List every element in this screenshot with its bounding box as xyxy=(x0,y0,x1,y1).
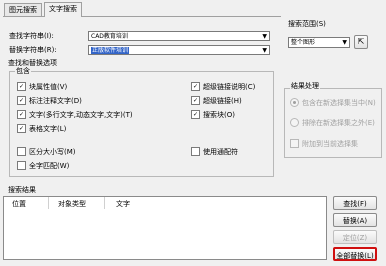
check-icon: ✓ xyxy=(191,110,200,119)
checkbox-match-case[interactable]: 区分大小写(M) xyxy=(17,147,76,156)
replace-value: 正版软件培训 xyxy=(91,47,130,54)
select-cursor-icon: ⇱ xyxy=(357,37,365,46)
tab-entity-search[interactable]: 图元搜索 xyxy=(4,3,42,17)
checkbox-hyperlink[interactable]: ✓ 超级链接(H) xyxy=(191,96,242,105)
checkbox-table-text[interactable]: ✓ 表格文字(L) xyxy=(17,124,66,133)
checkbox-whole-word[interactable]: 全字匹配(W) xyxy=(17,161,69,170)
check-icon: ✓ xyxy=(191,82,200,91)
checkbox-label: 块属性值(V) xyxy=(29,82,68,91)
chevron-down-icon[interactable]: ▼ xyxy=(342,38,347,48)
radio-exclude-new-selection[interactable]: 排除在新选择集之外(E) xyxy=(290,118,375,127)
checkbox-label: 区分大小写(M) xyxy=(29,147,76,156)
column-header-object-type[interactable]: 对象类型 xyxy=(58,199,86,209)
checkbox-label: 使用通配符 xyxy=(203,147,238,156)
replace-label: 替换字符串(R): xyxy=(9,46,57,54)
find-button[interactable]: 查找(F) xyxy=(333,196,377,210)
select-objects-button[interactable]: ⇱ xyxy=(354,35,368,49)
radio-selected-icon xyxy=(290,98,299,107)
results-list[interactable]: 位置 对象类型 文字 xyxy=(3,196,327,260)
check-icon: ✓ xyxy=(17,110,26,119)
locate-button[interactable]: 定位(Z) xyxy=(333,230,377,244)
column-divider xyxy=(104,197,105,209)
empty-checkbox-icon xyxy=(17,147,26,156)
check-icon: ✓ xyxy=(17,124,26,133)
result-handling-title: 结果处理 xyxy=(290,81,320,91)
column-divider xyxy=(48,197,49,209)
column-header-text[interactable]: 文字 xyxy=(116,199,130,209)
checkbox-label: 全字匹配(W) xyxy=(29,161,70,170)
checkbox-label: 搜索块(O) xyxy=(203,110,235,119)
replace-button[interactable]: 替换(A) xyxy=(333,213,377,227)
find-value: CAD教育培训 xyxy=(91,33,128,40)
check-icon: ✓ xyxy=(191,96,200,105)
chevron-down-icon[interactable]: ▼ xyxy=(262,46,267,56)
checkbox-append-selection[interactable]: 附加到当前选择集 xyxy=(290,139,358,148)
radio-icon xyxy=(290,118,299,127)
column-header-location[interactable]: 位置 xyxy=(12,199,26,209)
replace-combo[interactable]: 正版软件培训 ▼ xyxy=(88,45,270,55)
checkbox-search-blocks[interactable]: ✓ 搜索块(O) xyxy=(191,110,235,119)
checkbox-dimension-text[interactable]: ✓ 标注注释文字(D) xyxy=(17,96,82,105)
checkbox-label: 表格文字(L) xyxy=(29,124,67,133)
radio-label: 包含在新选择集当中(N) xyxy=(302,98,376,107)
search-scope-label: 搜索范围(S) xyxy=(288,20,326,28)
checkbox-label: 文字(多行文字,动态文字,文字)(T) xyxy=(29,110,133,119)
checkbox-wildcards[interactable]: 使用通配符 xyxy=(191,147,238,156)
checkbox-label: 标注注释文字(D) xyxy=(29,96,82,105)
check-icon: ✓ xyxy=(17,96,26,105)
radio-include-new-selection[interactable]: 包含在新选择集当中(N) xyxy=(290,98,376,107)
radio-label: 排除在新选择集之外(E) xyxy=(302,118,375,127)
replace-all-button[interactable]: 全部替换(L) xyxy=(333,247,377,261)
tab-text-search[interactable]: 文字搜索 xyxy=(44,2,82,17)
results-title: 搜索结果 xyxy=(8,186,36,194)
empty-checkbox-icon xyxy=(17,161,26,170)
search-scope-select[interactable]: 整个图形 ▼ xyxy=(288,37,350,48)
find-replace-dialog: { "tabs": [ {"label": "图元搜索"}, {"label":… xyxy=(0,0,386,266)
checkbox-label: 附加到当前选择集 xyxy=(302,139,358,148)
checkbox-label: 超级链接说明(C) xyxy=(203,82,256,91)
empty-checkbox-icon xyxy=(191,147,200,156)
include-title: 包含 xyxy=(15,66,31,76)
checkbox-block-attribute[interactable]: ✓ 块属性值(V) xyxy=(17,82,67,91)
empty-checkbox-icon xyxy=(290,139,299,148)
find-label: 查找字符串(I): xyxy=(9,32,54,40)
chevron-down-icon[interactable]: ▼ xyxy=(262,32,267,42)
check-icon: ✓ xyxy=(17,82,26,91)
find-combo[interactable]: CAD教育培训 ▼ xyxy=(88,31,270,41)
checkbox-text[interactable]: ✓ 文字(多行文字,动态文字,文字)(T) xyxy=(17,110,133,119)
search-scope-value: 整个图形 xyxy=(291,39,316,46)
checkbox-label: 超级链接(H) xyxy=(203,96,242,105)
checkbox-hyperlink-description[interactable]: ✓ 超级链接说明(C) xyxy=(191,82,255,91)
